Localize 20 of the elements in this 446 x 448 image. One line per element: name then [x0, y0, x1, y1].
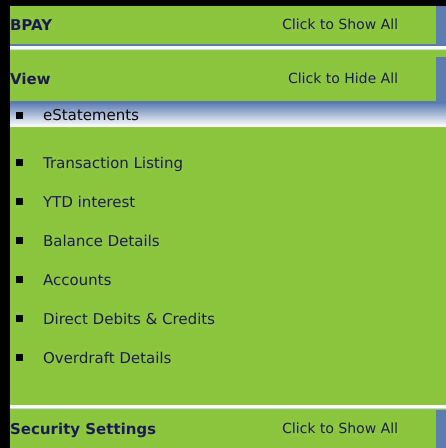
toggle-link[interactable]: Click to Show All — [282, 421, 398, 437]
menu-item[interactable]: Transaction Listing — [10, 143, 446, 182]
bullet-icon — [16, 198, 23, 205]
bullet-icon — [16, 159, 23, 166]
toggle-link[interactable]: Click to Show All — [282, 17, 398, 33]
menu-item[interactable]: Direct Debits & Credits — [10, 299, 446, 338]
menu-item[interactable]: Accounts — [10, 260, 446, 299]
section-title: Security Settings — [10, 420, 156, 438]
menu-item[interactable]: Overdraft Details — [10, 338, 446, 377]
bullet-icon — [16, 315, 23, 322]
section-title: BPAY — [10, 16, 52, 34]
menu-item[interactable]: Balance Details — [10, 221, 446, 260]
menu-item[interactable]: eStatements — [10, 103, 446, 127]
bullet-icon — [16, 276, 23, 283]
toggle-link[interactable]: Click to Hide All — [288, 71, 398, 87]
bullet-icon — [16, 112, 23, 118]
menu-item[interactable]: YTD interest — [10, 182, 446, 221]
bullet-icon — [16, 237, 23, 244]
bullet-icon — [16, 354, 23, 361]
section-title: View — [10, 70, 51, 88]
